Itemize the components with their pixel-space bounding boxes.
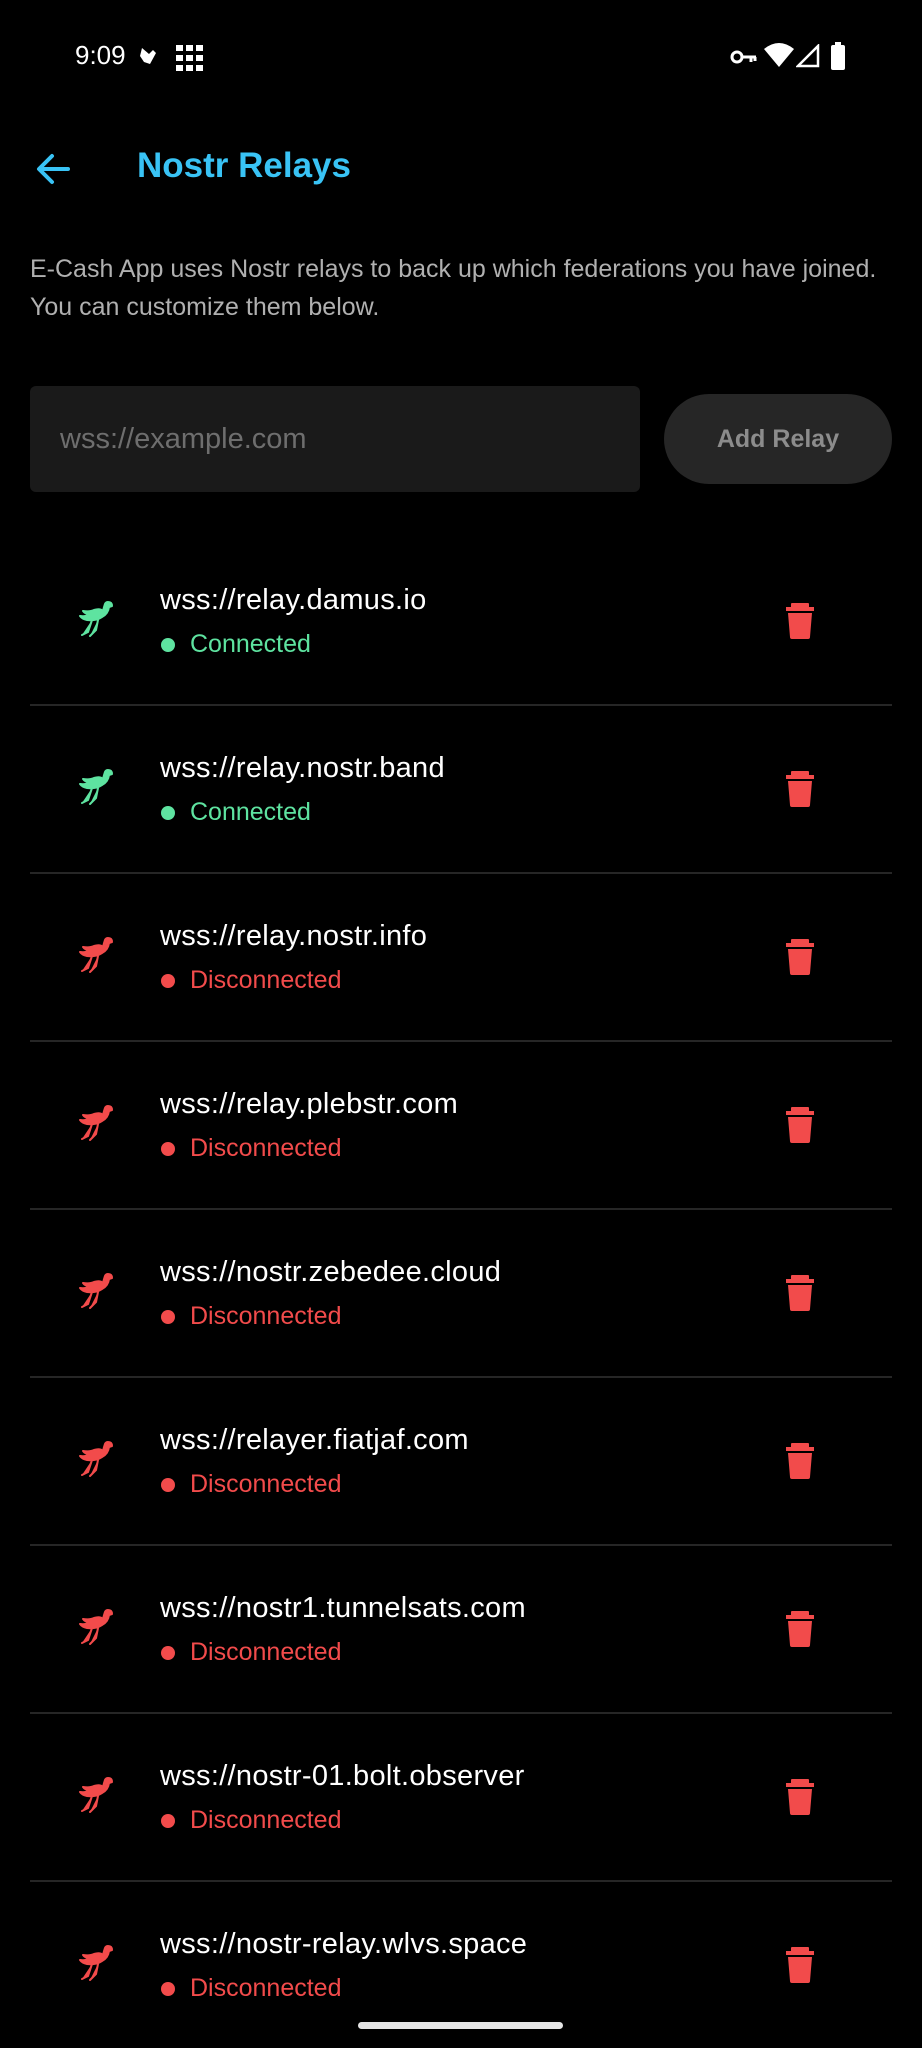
relay-url: wss://relayer.fiatjaf.com	[160, 1424, 469, 1456]
ostrich-icon	[78, 1774, 114, 1814]
relay-url-input[interactable]	[30, 386, 640, 492]
delete-relay-button[interactable]	[770, 1094, 830, 1154]
relay-list-item: wss://relay.nostr.info Disconnected	[30, 874, 892, 1042]
relay-url: wss://nostr.zebedee.cloud	[160, 1256, 502, 1288]
relay-status-label: Disconnected	[190, 1638, 342, 1666]
relay-status-label: Connected	[190, 798, 311, 826]
ostrich-icon	[78, 598, 114, 638]
vpn-key-icon	[730, 48, 758, 71]
delete-relay-button[interactable]	[770, 926, 830, 986]
ostrich-icon	[78, 1606, 114, 1646]
trash-icon	[786, 603, 814, 639]
arrow-left-icon	[37, 154, 70, 184]
trash-icon	[786, 1107, 814, 1143]
delete-relay-button[interactable]	[770, 758, 830, 818]
ostrich-icon	[78, 1102, 114, 1142]
delete-relay-button[interactable]	[770, 1598, 830, 1658]
relay-status-label: Disconnected	[190, 1470, 342, 1498]
delete-relay-button[interactable]	[770, 1766, 830, 1826]
relay-status-label: Disconnected	[190, 966, 342, 994]
relay-list-item: wss://relay.damus.io Connected	[30, 538, 892, 706]
description-text: E-Cash App uses Nostr relays to back up …	[30, 255, 877, 321]
relay-url: wss://relay.nostr.band	[160, 752, 445, 784]
relay-status-label: Disconnected	[190, 1806, 342, 1834]
status-time: 9:09	[75, 40, 126, 70]
status-bar: 9:09	[0, 0, 922, 115]
status-dot	[161, 806, 175, 820]
status-dot	[161, 1814, 175, 1828]
relay-status-label: Disconnected	[190, 1134, 342, 1162]
relay-list-item: wss://nostr1.tunnelsats.com Disconnected	[30, 1546, 892, 1714]
relay-url: wss://relay.plebstr.com	[160, 1088, 459, 1120]
add-relay-button[interactable]: Add Relay	[664, 394, 892, 484]
status-dot	[161, 1142, 175, 1156]
relay-status-label: Connected	[190, 630, 311, 658]
signal-icon	[794, 42, 820, 73]
ostrich-icon	[78, 1270, 114, 1310]
delete-relay-button[interactable]	[770, 1262, 830, 1322]
relay-list-item: wss://nostr-01.bolt.observer Disconnecte…	[30, 1714, 892, 1882]
wifi-icon	[764, 43, 794, 72]
trash-icon	[786, 1275, 814, 1311]
ostrich-icon	[78, 934, 114, 974]
trash-icon	[786, 1443, 814, 1479]
delete-relay-button[interactable]	[770, 1934, 830, 1994]
relay-url: wss://nostr-relay.wlvs.space	[160, 1928, 528, 1960]
relay-url: wss://relay.damus.io	[160, 584, 427, 616]
relay-list-item: wss://relay.plebstr.com Disconnected	[30, 1042, 892, 1210]
relay-status-label: Disconnected	[190, 1302, 342, 1330]
status-dot	[161, 1982, 175, 1996]
relay-url: wss://nostr1.tunnelsats.com	[160, 1592, 526, 1624]
trash-icon	[786, 1611, 814, 1647]
relay-list-item: wss://nostr.zebedee.cloud Disconnected	[30, 1210, 892, 1378]
relay-url: wss://relay.nostr.info	[160, 920, 428, 952]
relay-list: wss://relay.damus.io Connected wss://rel…	[30, 538, 892, 2048]
home-indicator[interactable]	[358, 2022, 563, 2029]
trash-icon	[786, 1947, 814, 1983]
ostrich-icon	[78, 766, 114, 806]
relay-list-item: wss://relay.nostr.band Connected	[30, 706, 892, 874]
relay-url: wss://nostr-01.bolt.observer	[160, 1760, 525, 1792]
battery-icon	[830, 42, 846, 75]
page-title: Nostr Relays	[137, 146, 351, 185]
back-button[interactable]	[28, 144, 78, 194]
delete-relay-button[interactable]	[770, 590, 830, 650]
relay-list-item: wss://relayer.fiatjaf.com Disconnected	[30, 1378, 892, 1546]
status-dot	[161, 1310, 175, 1324]
status-dot	[161, 1646, 175, 1660]
ostrich-icon	[78, 1438, 114, 1478]
delete-relay-button[interactable]	[770, 1430, 830, 1490]
relay-status-label: Disconnected	[190, 1974, 342, 2002]
trash-icon	[786, 1779, 814, 1815]
trash-icon	[786, 771, 814, 807]
notification-icon	[136, 44, 160, 73]
app-bar: Nostr Relays	[0, 130, 922, 200]
grid-icon	[176, 45, 204, 76]
trash-icon	[786, 939, 814, 975]
ostrich-icon	[78, 1942, 114, 1982]
status-dot	[161, 974, 175, 988]
status-dot	[161, 1478, 175, 1492]
status-dot	[161, 638, 175, 652]
